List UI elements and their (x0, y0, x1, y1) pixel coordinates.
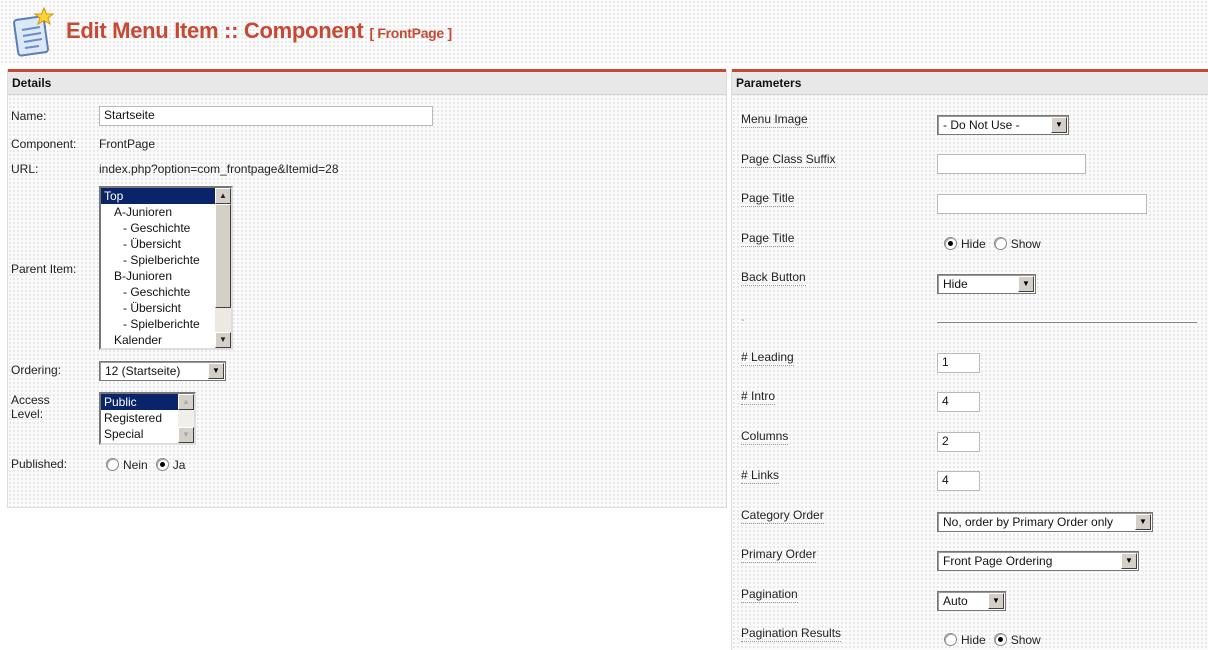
scroll-down-icon[interactable]: ▼ (215, 332, 231, 348)
leading-label: # Leading (741, 350, 794, 366)
chevron-down-icon[interactable]: ▼ (988, 593, 1004, 609)
component-label: Component: (11, 137, 77, 151)
primary-order-label: Primary Order (741, 547, 817, 563)
page-title-hide-radio[interactable] (944, 237, 957, 251)
parent-item-option[interactable]: - Übersicht (101, 300, 231, 316)
chevron-down-icon[interactable]: ▼ (208, 363, 224, 379)
ordering-value: 12 (Startseite) (105, 364, 181, 378)
category-order-label: Category Order (741, 508, 824, 524)
pagination-results-show-radio[interactable] (993, 633, 1007, 647)
details-heading: Details (8, 72, 726, 95)
published-nein-radio[interactable] (106, 458, 119, 472)
scroll-up-icon[interactable]: ▲ (215, 188, 231, 204)
columns-field[interactable]: 2 (937, 432, 980, 452)
separator-line (937, 322, 1197, 323)
parent-item-option[interactable]: - Geschichte (101, 220, 231, 236)
pagination-results-show-label: Show (1010, 632, 1041, 647)
parent-item-listbox[interactable]: Top A-Junioren - Geschichte - Übersicht - Sp… (99, 186, 233, 350)
name-label: Name: (11, 109, 47, 123)
chevron-down-icon[interactable]: ▼ (1135, 514, 1151, 530)
category-order-value: No, order by Primary Order only (943, 515, 1114, 529)
url-label: URL: (11, 162, 39, 176)
primary-order-select[interactable]: Front Page Ordering ▼ (937, 551, 1139, 571)
page-subtitle: [ FrontPage ] (369, 25, 452, 41)
access-scrollbar[interactable]: ▲ ▼ (178, 394, 194, 443)
parent-item-option[interactable]: A-Junioren (101, 204, 231, 220)
columns-label: Columns (741, 429, 789, 445)
parent-item-option[interactable]: - Geschichte (101, 284, 231, 300)
name-field[interactable]: Startseite (99, 106, 433, 126)
parent-item-list: Top A-Junioren - Geschichte - Übersicht - Sp… (101, 188, 231, 348)
scroll-thumb[interactable] (215, 204, 231, 308)
page-title-hide-label: Hide (961, 236, 986, 251)
pagination-select[interactable]: Auto ▼ (937, 591, 1006, 611)
ordering-label: Ordering: (11, 363, 62, 377)
parent-item-label: Parent Item: (11, 262, 77, 276)
parameters-panel: Parameters Menu Image - Do Not Use - ▼ P… (731, 69, 1208, 650)
menu-image-select[interactable]: - Do Not Use - ▼ (937, 115, 1069, 135)
published-label: Published: (11, 457, 68, 471)
page-header: Edit Menu Item :: Component [ FrontPage ] (0, 0, 1208, 64)
access-level-label: Access Level: (11, 393, 50, 421)
pagination-results-radio-group: Hide Show (944, 632, 1049, 647)
page-title-radio-group: Hide Show (944, 236, 1049, 251)
published-ja-radio[interactable] (155, 458, 169, 472)
menu-image-label: Menu Image (741, 112, 808, 128)
page-title: Edit Menu Item :: Component [ FrontPage ] (66, 18, 452, 44)
pagination-label: Pagination (741, 587, 798, 603)
published-nein-label: Nein (123, 457, 148, 472)
intro-label: # Intro (741, 389, 776, 405)
page-title-label: Page Title (741, 191, 795, 207)
parent-item-option[interactable]: - Spielberichte (101, 252, 231, 268)
parent-item-option[interactable]: Top (101, 188, 231, 204)
scroll-up-icon[interactable]: ▲ (178, 394, 194, 410)
component-value: FrontPage (99, 137, 156, 151)
separator-label: - (741, 314, 745, 326)
leading-field[interactable]: 1 (937, 353, 980, 373)
access-level-listbox[interactable]: Public Registered Special ▲ ▼ (99, 392, 196, 445)
page-title-text: Edit Menu Item :: Component (66, 18, 364, 43)
parent-item-option[interactable]: - Übersicht (101, 236, 231, 252)
back-button-label: Back Button (741, 270, 806, 286)
details-panel: Details Name: Startseite Component: Fron… (7, 69, 727, 508)
back-button-value: Hide (943, 277, 968, 291)
primary-order-value: Front Page Ordering (943, 554, 1053, 568)
parent-item-option[interactable]: B-Junioren (101, 268, 231, 284)
page-title-show-label: Show (1010, 236, 1041, 251)
published-ja-label: Ja (172, 457, 186, 472)
page-title-field[interactable] (937, 194, 1147, 214)
links-label: # Links (741, 468, 780, 484)
pagination-value: Auto (943, 594, 968, 608)
chevron-down-icon[interactable]: ▼ (1018, 276, 1034, 292)
page-title-show-radio[interactable] (993, 237, 1007, 251)
published-radio-group: Nein Ja (106, 457, 193, 472)
page-title-visibility-label: Page Title (741, 231, 795, 247)
url-value: index.php?option=com_frontpage&Itemid=28 (99, 162, 339, 176)
parent-item-option[interactable]: - Spielberichte (101, 316, 231, 332)
chevron-down-icon[interactable]: ▼ (1051, 117, 1067, 133)
chevron-down-icon[interactable]: ▼ (1121, 553, 1137, 569)
menu-image-value: - Do Not Use - (943, 118, 1020, 132)
parent-scrollbar[interactable]: ▲ ▼ (215, 188, 231, 348)
ordering-select[interactable]: 12 (Startseite) ▼ (99, 361, 226, 381)
back-button-select[interactable]: Hide ▼ (937, 274, 1036, 294)
category-order-select[interactable]: No, order by Primary Order only ▼ (937, 512, 1153, 532)
parent-item-option[interactable]: Kalender (101, 332, 231, 348)
scroll-down-icon[interactable]: ▼ (178, 427, 194, 443)
page-class-suffix-label: Page Class Suffix (741, 152, 836, 168)
edit-document-icon (10, 6, 56, 60)
parameters-heading: Parameters (732, 72, 1208, 95)
intro-field[interactable]: 4 (937, 392, 980, 412)
pagination-results-label: Pagination Results (741, 626, 842, 642)
pagination-results-hide-radio[interactable] (944, 633, 957, 647)
pagination-results-hide-label: Hide (961, 632, 986, 647)
links-field[interactable]: 4 (937, 471, 980, 491)
page-class-suffix-field[interactable] (937, 154, 1086, 174)
